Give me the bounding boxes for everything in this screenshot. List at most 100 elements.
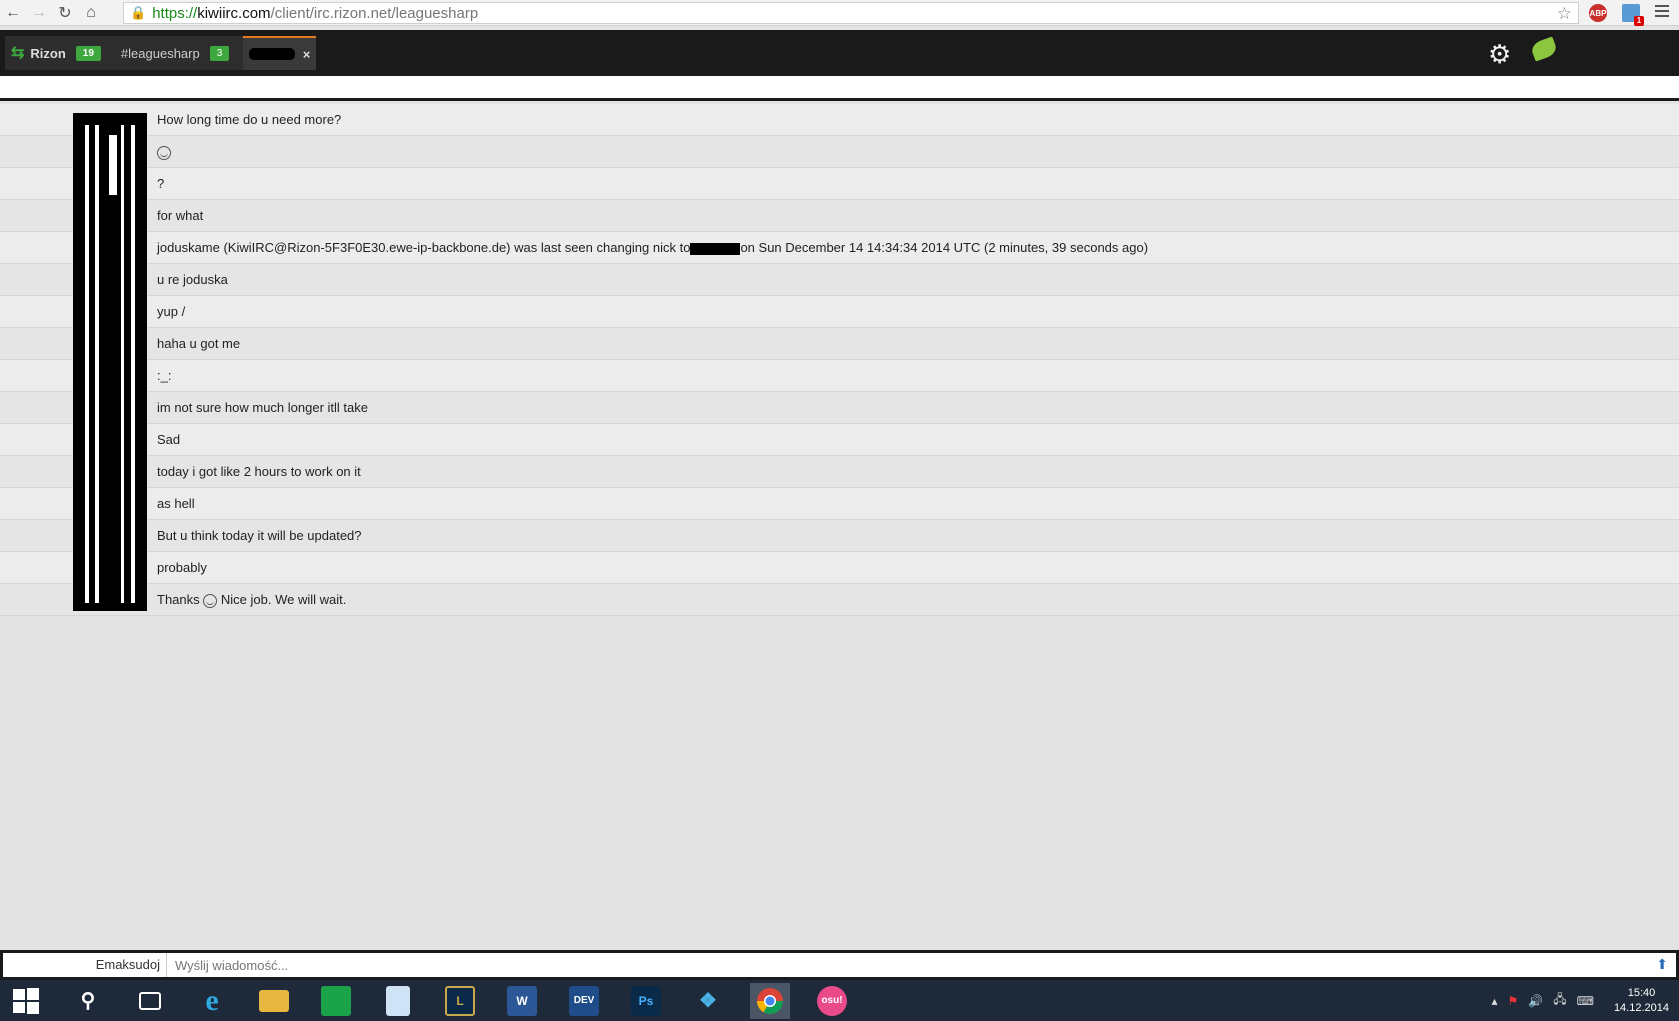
settings-gear-icon[interactable]: ⚙ [1488, 39, 1511, 70]
message-row: haha u got me [0, 328, 1679, 360]
system-tray: ▴ ⚑ 🔊 🖧 ⌨ 15:40 14.12.2014 [1481, 980, 1669, 1021]
current-nick[interactable]: Emaksudoj [3, 953, 167, 977]
message-text-before: joduskame (KiwiIRC@Rizon-5F3F0E30.ewe-ip… [157, 240, 691, 255]
message-text: haha u got me [157, 336, 241, 351]
input-wrapper: Emaksudoj ⬆ [3, 953, 1676, 977]
tray-expand-icon[interactable]: ▴ [1491, 994, 1497, 1008]
redacted-nick [690, 242, 741, 255]
redaction-stripe [131, 125, 135, 603]
action-center-flag-icon[interactable]: ⚑ [1508, 994, 1519, 1008]
taskbar-clock[interactable]: 15:40 14.12.2014 [1614, 986, 1669, 1016]
message-row: Thanks Nice job. We will wait. [0, 584, 1679, 616]
message-text: as hell [157, 496, 195, 511]
message-text-before: Thanks [157, 592, 200, 607]
reload-icon[interactable]: ↻ [52, 0, 78, 26]
message-input[interactable] [167, 954, 1676, 976]
upload-icon[interactable]: ⬆ [1656, 956, 1668, 973]
browser-toolbar: ← → ↻ ⌂ 🔒 https://kiwiirc.com/client/irc… [0, 0, 1679, 26]
message-text: Sad [157, 432, 181, 447]
message-row: probably [0, 552, 1679, 584]
clock-date: 14.12.2014 [1613, 1001, 1669, 1014]
adblock-icon[interactable]: ABP [1589, 4, 1607, 22]
message-row: today i got like 2 hours to work on it [0, 456, 1679, 488]
windows-start-icon[interactable] [6, 983, 46, 1019]
bookmark-star-icon[interactable]: ☆ [1557, 4, 1572, 24]
message-row: im not sure how much longer itll take [0, 392, 1679, 424]
message-text: But u think today it will be updated? [157, 528, 362, 543]
channel-count-badge: 3 [209, 45, 230, 61]
redaction-stripe [121, 125, 124, 603]
redaction-stripe [95, 125, 99, 603]
keyboard-icon[interactable]: ⌨ [1577, 994, 1594, 1008]
message-text: :_: [157, 368, 172, 383]
internet-explorer-icon[interactable]: e [192, 983, 232, 1019]
server-count-badge: 19 [75, 45, 101, 61]
forward-arrow-icon[interactable]: → [26, 0, 52, 26]
message-text: for what [157, 208, 204, 223]
smiley-icon [157, 145, 171, 160]
photoshop-icon[interactable]: Ps [626, 983, 666, 1019]
message-row: How long time do u need more? [0, 104, 1679, 136]
whois-message: joduskame (KiwiIRC@Rizon-5F3F0E30.ewe-ip… [157, 240, 1148, 255]
message-row [0, 136, 1679, 168]
redaction-stripe [109, 135, 117, 195]
url-scheme: https:// [152, 4, 198, 22]
message-row: yup / [0, 296, 1679, 328]
url-path: /client/irc.rizon.net/leaguesharp [270, 4, 479, 22]
message-emoticon [157, 144, 171, 160]
stepmania-icon[interactable]: ❖ [688, 983, 728, 1019]
tab-strip: ⇆ Rizon 19 #leaguesharp 3 × [5, 36, 317, 70]
store-icon[interactable] [316, 983, 356, 1019]
message-row: for what [0, 200, 1679, 232]
message-row: ? [0, 168, 1679, 200]
server-label: Rizon [30, 45, 66, 61]
dev-cpp-icon[interactable]: DEV [564, 983, 604, 1019]
browser-menu-icon[interactable] [1655, 5, 1669, 20]
league-of-legends-icon[interactable]: L [440, 983, 480, 1019]
mail-extension-icon[interactable]: 1 [1622, 4, 1644, 26]
message-row: :_: [0, 360, 1679, 392]
topic-bar [0, 76, 1679, 101]
osu-icon[interactable]: osu! [812, 983, 852, 1019]
message-row: u re joduska [0, 264, 1679, 296]
notepad-icon[interactable] [378, 983, 418, 1019]
message-text: How long time do u need more? [157, 112, 342, 127]
redaction-stripe [85, 125, 89, 603]
word-icon[interactable]: W [502, 983, 542, 1019]
lock-icon: 🔒 [130, 5, 147, 20]
redacted-nick [249, 48, 295, 60]
tab-private-query[interactable]: × [243, 36, 317, 70]
task-view-icon[interactable] [130, 983, 170, 1019]
message-text: im not sure how much longer itll take [157, 400, 368, 415]
taskbar: ⚲ e L W DEV Ps ❖ osu! ▴ ⚑ 🔊 🖧 ⌨ 15:40 14… [0, 980, 1679, 1021]
search-icon[interactable]: ⚲ [68, 983, 108, 1019]
close-tab-icon[interactable]: × [303, 47, 311, 62]
message-row: joduskame (KiwiIRC@Rizon-5F3F0E30.ewe-ip… [0, 232, 1679, 264]
tab-server-rizon[interactable]: ⇆ Rizon 19 [5, 36, 107, 70]
smiley-icon [203, 593, 218, 608]
tab-channel-leaguesharp[interactable]: #leaguesharp 3 [115, 36, 235, 70]
back-arrow-icon[interactable]: ← [0, 0, 26, 26]
kiwi-lime-icon[interactable] [1529, 36, 1559, 62]
swap-arrows-icon: ⇆ [11, 45, 25, 62]
address-bar[interactable]: 🔒 https://kiwiirc.com/client/irc.rizon.n… [123, 2, 1579, 24]
volume-icon[interactable]: 🔊 [1528, 994, 1543, 1008]
mail-badge: 1 [1634, 16, 1644, 26]
message-text: ? [157, 176, 165, 191]
irc-toolbar: ⇆ Rizon 19 #leaguesharp 3 × ⚙ [0, 30, 1679, 76]
redacted-nick-column [73, 113, 147, 611]
network-icon[interactable]: 🖧 [1553, 990, 1566, 1011]
message-text: probably [157, 560, 207, 575]
message-text-after: Nice job. We will wait. [220, 592, 347, 607]
clock-time: 15:40 [1627, 986, 1656, 999]
file-explorer-icon[interactable] [254, 983, 294, 1019]
message-row: as hell [0, 488, 1679, 520]
message-row: Sad [0, 424, 1679, 456]
message-list: How long time do u need more? ? for what… [0, 104, 1679, 616]
message-text: u re joduska [157, 272, 228, 287]
message-text: today i got like 2 hours to work on it [157, 464, 361, 479]
message-row: But u think today it will be updated? [0, 520, 1679, 552]
url-host: kiwiirc.com [197, 4, 271, 22]
home-icon[interactable]: ⌂ [78, 0, 104, 26]
chrome-icon[interactable] [750, 982, 790, 1019]
